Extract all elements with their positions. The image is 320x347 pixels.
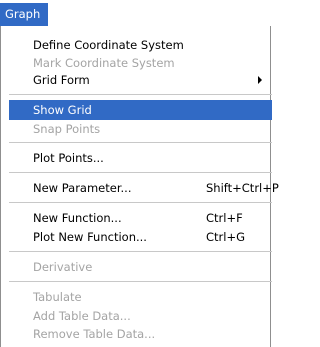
menu-item-label: Derivative: [33, 260, 93, 274]
menu-item-label: Add Table Data...: [33, 309, 131, 323]
menu-item-snap-points: Snap Points: [9, 119, 272, 139]
menu-item-define-coordinate-system[interactable]: Define Coordinate System: [9, 35, 272, 55]
menu-separator: [9, 202, 272, 203]
menu-item-shortcut: Shift+Ctrl+P: [206, 181, 279, 195]
menu-bar: Graph: [0, 0, 272, 26]
menu-item-label: New Function...: [33, 211, 122, 225]
menu-item-derivative: Derivative: [9, 257, 272, 277]
menu-item-add-table-data: Add Table Data...: [9, 306, 272, 326]
menu-item-label: Define Coordinate System: [33, 38, 184, 52]
graph-menu-title[interactable]: Graph: [0, 3, 48, 26]
menu-item-shortcut: Ctrl+G: [206, 230, 246, 244]
menu-separator: [9, 281, 272, 282]
menu-item-label: Grid Form: [33, 73, 90, 87]
menu-separator: [9, 172, 272, 173]
menu-separator: [9, 94, 272, 95]
menu-item-new-function[interactable]: New Function... Ctrl+F: [9, 208, 272, 228]
menu-item-plot-points[interactable]: Plot Points...: [9, 148, 272, 168]
menu-item-label: Plot Points...: [33, 151, 104, 165]
menu-separator: [9, 142, 272, 143]
menu-item-label: Snap Points: [33, 122, 101, 136]
menu-item-label: Show Grid: [33, 103, 92, 117]
menu-item-show-grid[interactable]: Show Grid: [9, 100, 272, 120]
menu-item-new-parameter[interactable]: New Parameter... Shift+Ctrl+P: [9, 178, 279, 198]
menu-separator: [9, 251, 272, 252]
graph-menu-dropdown: Define Coordinate System Mark Coordinate…: [0, 26, 279, 347]
menu-item-tabulate: Tabulate: [9, 287, 272, 307]
menu-item-label: Remove Table Data...: [33, 327, 156, 341]
menu-item-remove-table-data: Remove Table Data...: [9, 324, 272, 344]
submenu-arrow-icon: [258, 76, 262, 84]
menu-item-label: New Parameter...: [33, 181, 132, 195]
menu-item-grid-form[interactable]: Grid Form: [9, 70, 272, 90]
menu-item-plot-new-function[interactable]: Plot New Function... Ctrl+G: [9, 227, 272, 247]
menu-item-shortcut: Ctrl+F: [206, 211, 243, 225]
menu-item-label: Plot New Function...: [33, 230, 147, 244]
menu-item-label: Tabulate: [33, 290, 82, 304]
